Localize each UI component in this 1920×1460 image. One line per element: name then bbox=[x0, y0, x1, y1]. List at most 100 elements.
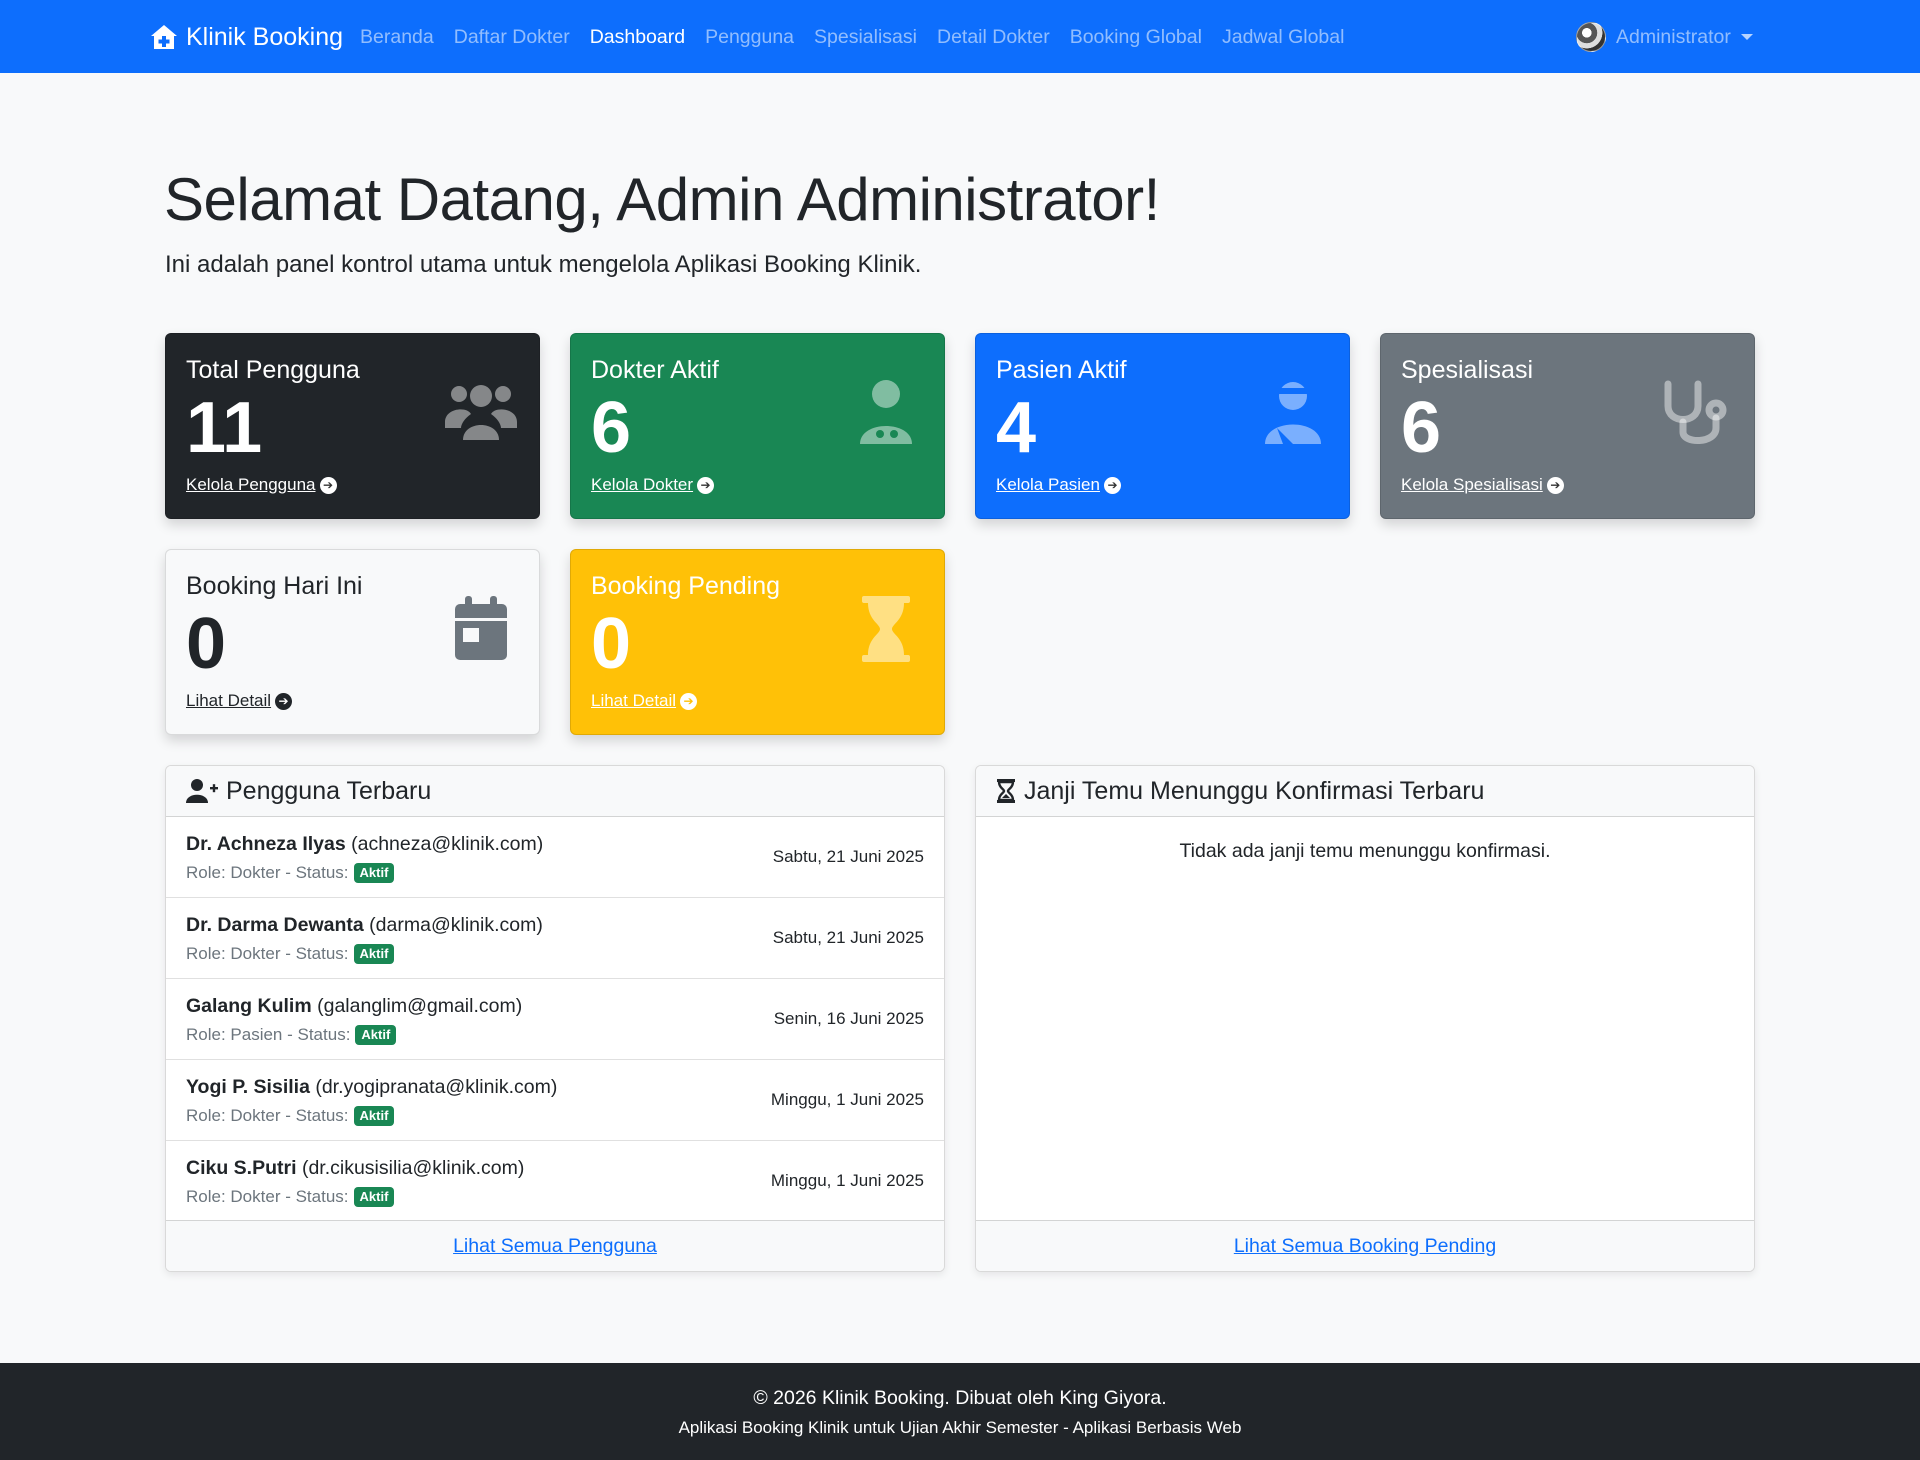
user-email: (dr.yogipranata@klinik.com) bbox=[315, 1076, 558, 1098]
list-item[interactable]: Galang Kulim (galanglim@gmail.com) Role:… bbox=[166, 979, 944, 1060]
pending-appointments-panel: Janji Temu Menunggu Konfirmasi Terbaru T… bbox=[975, 765, 1755, 1272]
stat-label: Booking Hari Ini bbox=[186, 572, 363, 600]
list-item[interactable]: Dr. Achneza Ilyas (achneza@klinik.com) R… bbox=[166, 817, 944, 898]
calendar-day-icon bbox=[455, 596, 507, 660]
user-role: Role: Dokter - Status: bbox=[186, 1187, 349, 1207]
stat-card-total-pengguna: Total Pengguna 11 Kelola Pengguna ➔ bbox=[165, 333, 540, 519]
stat-value: 6 bbox=[591, 388, 632, 468]
user-name-line: Dr. Achneza Ilyas (achneza@klinik.com) bbox=[186, 833, 543, 856]
user-email: (achneza@klinik.com) bbox=[351, 833, 544, 855]
user-meta: Role: Dokter - Status: Aktif bbox=[186, 944, 395, 965]
nav-pengguna[interactable]: Pengguna bbox=[705, 26, 794, 49]
panel-title: Pengguna Terbaru bbox=[226, 776, 432, 805]
user-plus-icon bbox=[186, 779, 218, 803]
user-menu-dropdown[interactable]: Administrator bbox=[1576, 20, 1753, 54]
stat-card-booking-pending: Booking Pending 0 Lihat Detail ➔ bbox=[570, 549, 945, 735]
house-medical-icon bbox=[151, 25, 177, 49]
arrow-circle-right-icon: ➔ bbox=[697, 476, 715, 494]
user-role: Role: Dokter - Status: bbox=[186, 863, 349, 883]
nav-spesialisasi[interactable]: Spesialisasi bbox=[814, 26, 917, 49]
stat-label: Spesialisasi bbox=[1401, 356, 1534, 384]
arrow-circle-right-icon: ➔ bbox=[1546, 476, 1564, 494]
footer: © 2026 Klinik Booking. Dibuat oleh King … bbox=[0, 1363, 1920, 1460]
nav-dashboard[interactable]: Dashboard bbox=[590, 26, 685, 49]
nav-beranda[interactable]: Beranda bbox=[360, 26, 434, 49]
user-email: (dr.cikusisilia@klinik.com) bbox=[301, 1157, 525, 1179]
nav-booking-global[interactable]: Booking Global bbox=[1070, 26, 1202, 49]
list-item[interactable]: Yogi P. Sisilia (dr.yogipranata@klinik.c… bbox=[166, 1060, 944, 1141]
arrow-circle-right-icon: ➔ bbox=[680, 692, 698, 710]
user-meta: Role: Dokter - Status: Aktif bbox=[186, 1106, 395, 1127]
link-label: Kelola Pengguna bbox=[186, 475, 316, 494]
stat-card-pasien-aktif: Pasien Aktif 4 Kelola Pasien ➔ bbox=[975, 333, 1350, 519]
nav-links: Beranda Daftar Dokter Dashboard Pengguna… bbox=[360, 20, 1344, 54]
user-name-line: Dr. Darma Dewanta (darma@klinik.com) bbox=[186, 914, 543, 937]
lihat-detail-booking-hari-ini-link[interactable]: Lihat Detail ➔ bbox=[186, 691, 293, 711]
user-meta: Role: Dokter - Status: Aktif bbox=[186, 1187, 395, 1208]
status-badge: Aktif bbox=[353, 1187, 395, 1208]
kelola-dokter-link[interactable]: Kelola Dokter ➔ bbox=[591, 475, 715, 495]
arrow-circle-right-icon: ➔ bbox=[275, 692, 293, 710]
user-injured-icon bbox=[1265, 382, 1321, 444]
user-meta: Role: Dokter - Status: Aktif bbox=[186, 863, 395, 884]
panel-header: Janji Temu Menunggu Konfirmasi Terbaru bbox=[976, 766, 1754, 817]
stat-card-spesialisasi: Spesialisasi 6 Kelola Spesialisasi ➔ bbox=[1380, 333, 1755, 519]
stat-value: 0 bbox=[591, 604, 632, 684]
stat-value: 11 bbox=[186, 388, 263, 468]
arrow-circle-right-icon: ➔ bbox=[1103, 476, 1121, 494]
hourglass-icon bbox=[862, 596, 910, 662]
brand-label: Klinik Booking bbox=[186, 22, 344, 51]
user-name: Ciku S.Putri bbox=[186, 1157, 297, 1179]
empty-message: Tidak ada janji temu menunggu konfirmasi… bbox=[1179, 840, 1551, 862]
status-badge: Aktif bbox=[353, 863, 395, 884]
user-name-line: Ciku S.Putri (dr.cikusisilia@klinik.com) bbox=[186, 1157, 524, 1180]
link-label: Lihat Detail bbox=[186, 691, 272, 710]
status-badge: Aktif bbox=[355, 1025, 397, 1046]
footer-description: Aplikasi Booking Klinik untuk Ujian Akhi… bbox=[678, 1418, 1242, 1437]
page-subtitle: Ini adalah panel kontrol utama untuk men… bbox=[165, 251, 922, 278]
link-label: Kelola Pasien bbox=[996, 475, 1100, 494]
nav-jadwal-global[interactable]: Jadwal Global bbox=[1222, 26, 1344, 49]
lihat-semua-pengguna-link[interactable]: Lihat Semua Pengguna bbox=[453, 1235, 657, 1258]
stat-label: Dokter Aktif bbox=[591, 356, 719, 384]
nav-detail-dokter[interactable]: Detail Dokter bbox=[937, 26, 1050, 49]
stat-value: 4 bbox=[996, 388, 1037, 468]
user-role: Role: Dokter - Status: bbox=[186, 1106, 349, 1126]
users-icon bbox=[445, 385, 517, 440]
link-label: Kelola Dokter bbox=[591, 475, 694, 494]
user-name-line: Yogi P. Sisilia (dr.yogipranata@klinik.c… bbox=[186, 1076, 557, 1099]
user-role: Role: Pasien - Status: bbox=[186, 1025, 351, 1045]
user-date: Minggu, 1 Juni 2025 bbox=[770, 1171, 924, 1190]
stat-card-booking-hari-ini: Booking Hari Ini 0 Lihat Detail ➔ bbox=[165, 549, 540, 735]
user-name: Dr. Darma Dewanta bbox=[186, 914, 364, 936]
link-label: Lihat Detail bbox=[591, 691, 677, 710]
recent-users-panel: Pengguna Terbaru Dr. Achneza Ilyas (achn… bbox=[165, 765, 945, 1272]
kelola-spesialisasi-link[interactable]: Kelola Spesialisasi ➔ bbox=[1401, 475, 1564, 495]
lihat-semua-booking-pending-link[interactable]: Lihat Semua Booking Pending bbox=[1234, 1235, 1496, 1258]
user-list: Dr. Achneza Ilyas (achneza@klinik.com) R… bbox=[166, 817, 944, 1222]
panel-footer: Lihat Semua Booking Pending bbox=[976, 1220, 1754, 1271]
caret-down-icon bbox=[1740, 34, 1753, 40]
list-item[interactable]: Dr. Darma Dewanta (darma@klinik.com) Rol… bbox=[166, 898, 944, 979]
brand-link[interactable]: Klinik Booking bbox=[150, 20, 343, 54]
kelola-pasien-link[interactable]: Kelola Pasien ➔ bbox=[996, 475, 1121, 495]
user-name: Yogi P. Sisilia bbox=[186, 1076, 310, 1098]
nav-daftar-dokter[interactable]: Daftar Dokter bbox=[454, 26, 570, 49]
user-meta: Role: Pasien - Status: Aktif bbox=[186, 1025, 397, 1046]
arrow-circle-right-icon: ➔ bbox=[319, 476, 337, 494]
lihat-detail-booking-pending-link[interactable]: Lihat Detail ➔ bbox=[591, 691, 698, 711]
user-role: Role: Dokter - Status: bbox=[186, 944, 349, 964]
user-date: Senin, 16 Juni 2025 bbox=[773, 1009, 924, 1028]
stat-value: 0 bbox=[186, 604, 227, 684]
stat-value: 6 bbox=[1401, 388, 1442, 468]
list-item[interactable]: Ciku S.Putri (dr.cikusisilia@klinik.com)… bbox=[166, 1141, 944, 1222]
stethoscope-icon bbox=[1664, 380, 1727, 444]
user-email: (galanglim@gmail.com) bbox=[317, 995, 523, 1017]
stat-label: Pasien Aktif bbox=[996, 356, 1127, 384]
user-doctor-icon bbox=[860, 380, 912, 444]
link-label: Kelola Spesialisasi bbox=[1401, 475, 1543, 494]
kelola-pengguna-link[interactable]: Kelola Pengguna ➔ bbox=[186, 475, 337, 495]
user-name: Dr. Achneza Ilyas bbox=[186, 833, 346, 855]
footer-copyright: © 2026 Klinik Booking. Dibuat oleh King … bbox=[753, 1387, 1167, 1409]
user-name: Galang Kulim bbox=[186, 995, 312, 1017]
